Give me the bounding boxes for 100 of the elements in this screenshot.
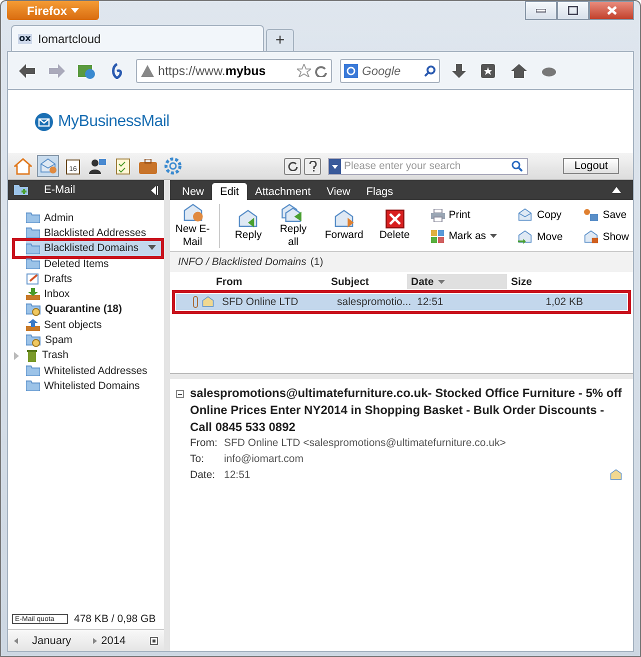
- new-mail-icon: [182, 203, 204, 224]
- sort-icon: [438, 280, 445, 284]
- inbox-icon: [26, 288, 40, 300]
- new-folder-icon[interactable]: [14, 184, 28, 196]
- ribbon-tab[interactable]: Flags: [358, 183, 402, 200]
- folder-item[interactable]: Spam: [26, 332, 76, 348]
- collapse-ribbon-icon[interactable]: [612, 187, 621, 193]
- refresh-icon: [288, 161, 298, 171]
- folder-item[interactable]: Blacklisted Addresses: [26, 225, 150, 240]
- column-header[interactable]: Date: [407, 274, 507, 289]
- folder-item[interactable]: Drafts: [26, 271, 76, 286]
- ribbon-tab[interactable]: New: [174, 183, 212, 200]
- open-envelope-icon: [201, 296, 215, 308]
- quota-reading: 478 KB / 0,98 GB: [74, 613, 156, 625]
- minimize-icon: [536, 8, 546, 12]
- month-label: January: [32, 634, 72, 646]
- toolbar-button[interactable]: Move: [517, 230, 563, 244]
- dropdown-icon: [329, 158, 341, 174]
- site-favicon: ox: [18, 34, 32, 44]
- column-header[interactable]: Subject: [327, 274, 407, 289]
- minimize-button[interactable]: [525, 1, 557, 20]
- toolbar-button[interactable]: Save: [582, 208, 629, 222]
- maximize-button[interactable]: [557, 1, 589, 20]
- folder-icon: [26, 212, 40, 224]
- expand-calendar-icon[interactable]: [150, 636, 158, 644]
- folder-path: INFO / Blacklisted Domains: [178, 256, 306, 268]
- field-value: 12:51: [224, 469, 250, 482]
- folder-item[interactable]: Blacklisted Domains: [26, 240, 161, 256]
- maximize-icon: [568, 6, 578, 15]
- settings-icon[interactable]: [162, 155, 184, 177]
- message-count: (1): [310, 256, 324, 268]
- field-value: info@iomart.com: [224, 453, 304, 466]
- caret-icon: [490, 234, 498, 238]
- close-icon: [606, 6, 616, 15]
- folder-icon: [26, 380, 40, 392]
- toolbar-button[interactable]: New E-Mail: [174, 203, 212, 248]
- message-subject: salespromotions@ultimatefurniture.co.uk- Stocked Office Furniture - 5% off Online Prices Enter NY2014 in Shopping Basket - Bulk Order Discounts - Call 0845 533 0892: [190, 385, 623, 436]
- forward-mail-icon: [333, 209, 356, 230]
- folder-clock-icon: [26, 302, 41, 316]
- toolbar-button[interactable]: Reply: [228, 209, 269, 242]
- folder-item[interactable]: Sent objects: [26, 317, 106, 332]
- field-label: To:: [190, 453, 206, 466]
- search-icon: [511, 160, 523, 172]
- folder-item[interactable]: Inbox: [26, 286, 74, 302]
- home-icon[interactable]: [12, 155, 34, 177]
- toolbar-button[interactable]: Mark as: [430, 230, 498, 242]
- column-header[interactable]: From: [212, 274, 327, 289]
- help-button[interactable]: [304, 158, 321, 174]
- copy-mail-icon: [517, 208, 534, 222]
- table-cell-text: 12:51: [416, 296, 444, 308]
- close-button[interactable]: [589, 1, 634, 20]
- toolbar-button[interactable]: Delete: [372, 209, 417, 242]
- help-icon: [308, 160, 316, 172]
- warning-icon: [141, 64, 154, 76]
- toolbar-button[interactable]: Forward: [318, 209, 370, 242]
- toolbar-button[interactable]: Copy: [517, 208, 563, 222]
- folder-icon: [26, 227, 40, 238]
- caret-icon: [147, 245, 157, 252]
- message-row[interactable]: SFD Online LTD salespromotio... 12:51 1,02 KB: [176, 294, 627, 310]
- ribbon-tab[interactable]: View: [318, 183, 358, 200]
- tab-title: Iomartcloud: [38, 32, 101, 46]
- folder-item[interactable]: Quarantine (18): [26, 302, 126, 317]
- delete-icon: [384, 209, 404, 230]
- folder-icon: [26, 258, 40, 270]
- column-header[interactable]: Size: [507, 274, 577, 289]
- previous-month-icon[interactable]: [14, 638, 18, 644]
- browser-tab[interactable]: ox Iomartcloud: [11, 25, 264, 51]
- ribbon-tab[interactable]: Edit: [212, 183, 247, 200]
- year-label: 2014: [101, 634, 126, 646]
- search-field[interactable]: Google: [340, 58, 440, 82]
- collapse-icon[interactable]: [151, 186, 158, 194]
- logout-button[interactable]: Logout: [563, 158, 619, 174]
- reply-mail-icon: [237, 209, 260, 230]
- folder-item[interactable]: Trash: [26, 348, 72, 363]
- star-icon: [297, 64, 311, 77]
- collapse-toggle[interactable]: [176, 390, 184, 398]
- table-cell-text: salespromotio...: [336, 296, 412, 308]
- folder-clock-icon: [26, 334, 41, 347]
- folder-item[interactable]: Deleted Items: [26, 256, 113, 272]
- sidebar-title: E-Mail: [44, 184, 76, 196]
- ribbon-tab[interactable]: Attachment: [246, 183, 319, 200]
- toolbar-button[interactable]: Print: [430, 208, 498, 222]
- reload-icon: [315, 64, 327, 76]
- caret-icon: [71, 8, 79, 13]
- mail-icon[interactable]: [37, 155, 59, 177]
- refresh-button[interactable]: [284, 158, 301, 174]
- toolbar-button[interactable]: Show: [582, 230, 629, 244]
- address-bar[interactable]: https://www.mybus: [136, 58, 332, 82]
- move-mail-icon: [517, 230, 534, 244]
- logo-text: MyBusinessMail: [58, 112, 170, 130]
- next-month-icon[interactable]: [93, 638, 98, 644]
- trash-icon: [26, 348, 38, 362]
- toolbar-button[interactable]: Reply all: [270, 203, 316, 248]
- folder-item[interactable]: Admin: [26, 210, 78, 226]
- search-icon: [424, 64, 436, 76]
- folder-item[interactable]: Whitelisted Domains: [26, 378, 144, 394]
- new-tab-button[interactable]: +: [266, 29, 294, 51]
- envelope-icon: [609, 469, 623, 482]
- folder-item[interactable]: Whitelisted Addresses: [26, 363, 152, 378]
- table-cell-text: SFD Online LTD: [221, 296, 300, 308]
